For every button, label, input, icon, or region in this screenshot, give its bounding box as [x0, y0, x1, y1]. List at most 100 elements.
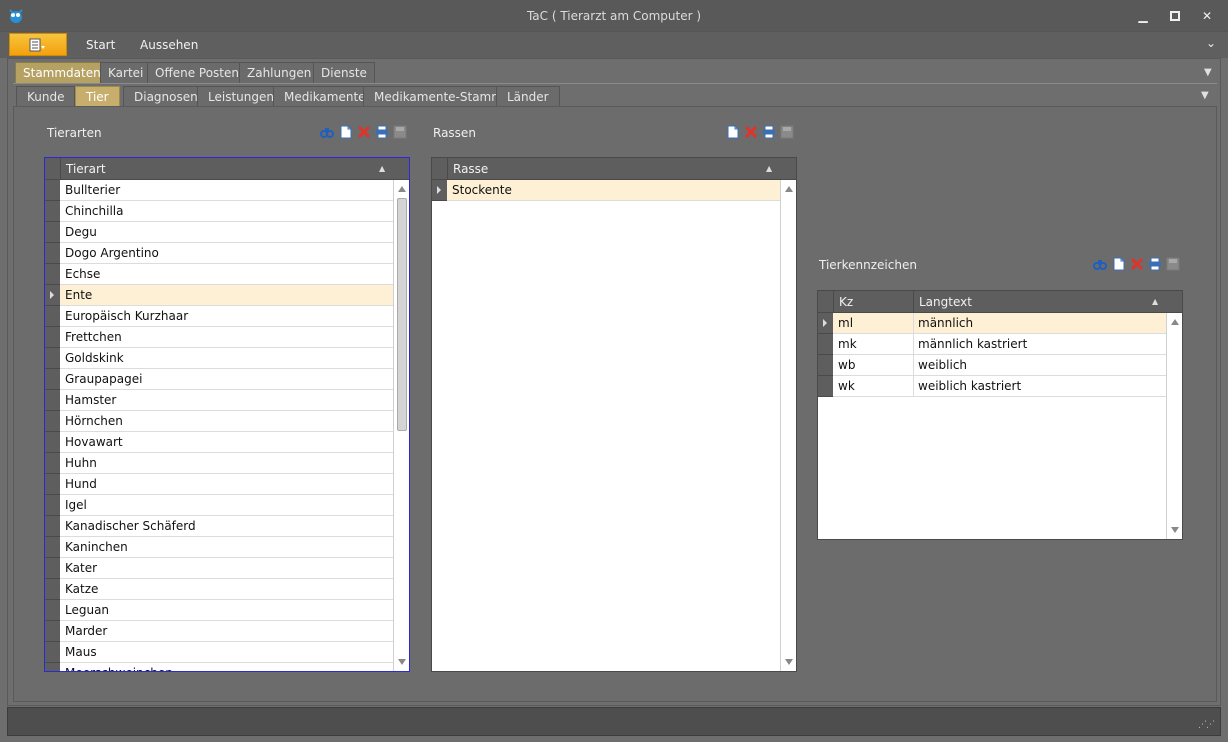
tierart-cell[interactable]: Hörnchen [61, 411, 391, 432]
row-selector[interactable] [45, 621, 60, 642]
table-row[interactable]: Kater [45, 558, 393, 579]
tierart-cell[interactable]: Igel [61, 495, 391, 516]
tierart-cell[interactable]: Dogo Argentino [61, 243, 391, 264]
tierkennzeichen-scrollbar[interactable] [1166, 313, 1182, 539]
tab-medikamente[interactable]: Medikamente [273, 86, 377, 107]
close-icon[interactable]: ✕ [1196, 6, 1218, 26]
row-selector[interactable] [45, 285, 60, 306]
row-selector[interactable] [45, 579, 60, 600]
table-row[interactable]: mk männlich kastriert [818, 334, 1166, 355]
tierart-cell[interactable]: Kanadischer Schäferd [61, 516, 391, 537]
row-selector[interactable] [45, 453, 60, 474]
tab-overflow-chevron-icon[interactable]: ▼ [1204, 67, 1212, 78]
print-icon[interactable] [375, 125, 389, 139]
tab-medikamente-stamm[interactable]: Medikamente-Stamm [363, 86, 514, 107]
table-row[interactable]: Ente [45, 285, 393, 306]
row-selector[interactable] [45, 474, 60, 495]
print-icon[interactable] [762, 125, 776, 139]
rassen-grid[interactable]: Rasse ▲ Stockente [431, 157, 797, 672]
table-row[interactable]: Dogo Argentino [45, 243, 393, 264]
kz-cell[interactable]: ml [834, 313, 913, 334]
table-row[interactable]: Igel [45, 495, 393, 516]
table-row[interactable]: Goldskink [45, 348, 393, 369]
tierart-cell[interactable]: Goldskink [61, 348, 391, 369]
table-row[interactable]: Leguan [45, 600, 393, 621]
kz-cell[interactable]: mk [834, 334, 913, 355]
tierart-cell[interactable]: Leguan [61, 600, 391, 621]
ribbon-tab-aussehen[interactable]: Aussehen [140, 38, 198, 52]
row-selector[interactable] [45, 264, 60, 285]
row-selector[interactable] [45, 180, 60, 201]
application-menu-button[interactable] [9, 33, 67, 56]
table-row[interactable]: Huhn [45, 453, 393, 474]
tierart-column-header[interactable]: Tierart [60, 158, 393, 180]
table-row[interactable]: Graupapagei [45, 369, 393, 390]
tierart-cell[interactable]: Graupapagei [61, 369, 391, 390]
tierart-cell[interactable]: Echse [61, 264, 391, 285]
rasse-column-header[interactable]: Rasse [447, 158, 780, 180]
table-row[interactable]: Europäisch Kurzhaar [45, 306, 393, 327]
table-row[interactable]: ml männlich [818, 313, 1166, 334]
table-row[interactable]: Meerschweinchen [45, 663, 393, 671]
row-selector[interactable] [45, 663, 60, 671]
new-document-icon[interactable] [1112, 257, 1126, 271]
table-row[interactable]: Kaninchen [45, 537, 393, 558]
scrollbar-thumb[interactable] [397, 198, 407, 431]
table-row[interactable]: Echse [45, 264, 393, 285]
row-selector[interactable] [45, 495, 60, 516]
tierart-cell[interactable]: Katze [61, 579, 391, 600]
tierart-cell[interactable]: Frettchen [61, 327, 391, 348]
minimize-icon[interactable]: ▁ [1132, 6, 1154, 26]
binoculars-icon[interactable] [1093, 257, 1107, 271]
langtext-cell[interactable]: weiblich kastriert [913, 376, 1166, 397]
row-selector[interactable] [818, 355, 833, 376]
langtext-cell[interactable]: weiblich [913, 355, 1166, 376]
row-selector[interactable] [45, 411, 60, 432]
tierart-cell[interactable]: Kaninchen [61, 537, 391, 558]
tab-dienste[interactable]: Dienste [313, 62, 375, 83]
row-selector[interactable] [45, 201, 60, 222]
table-row[interactable]: Degu [45, 222, 393, 243]
tab-leistungen[interactable]: Leistungen [197, 86, 285, 107]
scroll-up-icon[interactable] [398, 186, 406, 192]
tab-laender[interactable]: Länder [496, 86, 560, 107]
tierarten-grid[interactable]: Tierart ▲ Bullterier Chinchilla Degu Dogo A… [44, 157, 410, 672]
resize-grip-icon[interactable]: ⋰⋰ [1198, 720, 1215, 730]
tierart-cell[interactable]: Ente [61, 285, 391, 306]
tierart-cell[interactable]: Bullterier [61, 180, 391, 201]
tab-diagnosen[interactable]: Diagnosen [123, 86, 209, 107]
row-selector[interactable] [818, 313, 833, 334]
tab-kartei[interactable]: Kartei [100, 62, 152, 83]
tab-zahlungen[interactable]: Zahlungen [239, 62, 320, 83]
tierart-cell[interactable]: Hund [61, 474, 391, 495]
maximize-icon[interactable] [1164, 6, 1186, 26]
tierart-cell[interactable]: Degu [61, 222, 391, 243]
table-row[interactable]: Kanadischer Schäferd [45, 516, 393, 537]
row-selector[interactable] [45, 600, 60, 621]
row-selector[interactable] [432, 180, 447, 201]
row-selector[interactable] [45, 516, 60, 537]
delete-icon[interactable] [744, 125, 758, 139]
subtab-overflow-chevron-icon[interactable]: ▼ [1201, 90, 1209, 101]
delete-icon[interactable] [1130, 257, 1144, 271]
table-row[interactable]: Marder [45, 621, 393, 642]
row-selector[interactable] [45, 306, 60, 327]
tab-tier[interactable]: Tier [75, 86, 120, 107]
scroll-down-icon[interactable] [398, 659, 406, 665]
new-document-icon[interactable] [726, 125, 740, 139]
table-row[interactable]: Hamster [45, 390, 393, 411]
table-row[interactable]: Stockente [432, 180, 780, 201]
ribbon-tab-start[interactable]: Start [86, 38, 115, 52]
row-selector[interactable] [818, 376, 833, 397]
tierart-cell[interactable]: Chinchilla [61, 201, 391, 222]
tierart-cell[interactable]: Hamster [61, 390, 391, 411]
langtext-cell[interactable]: männlich kastriert [913, 334, 1166, 355]
row-selector[interactable] [818, 334, 833, 355]
ribbon-collapse-chevron-icon[interactable]: ⌄ [1206, 36, 1216, 50]
row-selector[interactable] [45, 537, 60, 558]
row-selector[interactable] [45, 390, 60, 411]
tierart-cell[interactable]: Europäisch Kurzhaar [61, 306, 391, 327]
table-row[interactable]: Bullterier [45, 180, 393, 201]
tierarten-scrollbar[interactable] [393, 180, 409, 671]
table-row[interactable]: Maus [45, 642, 393, 663]
